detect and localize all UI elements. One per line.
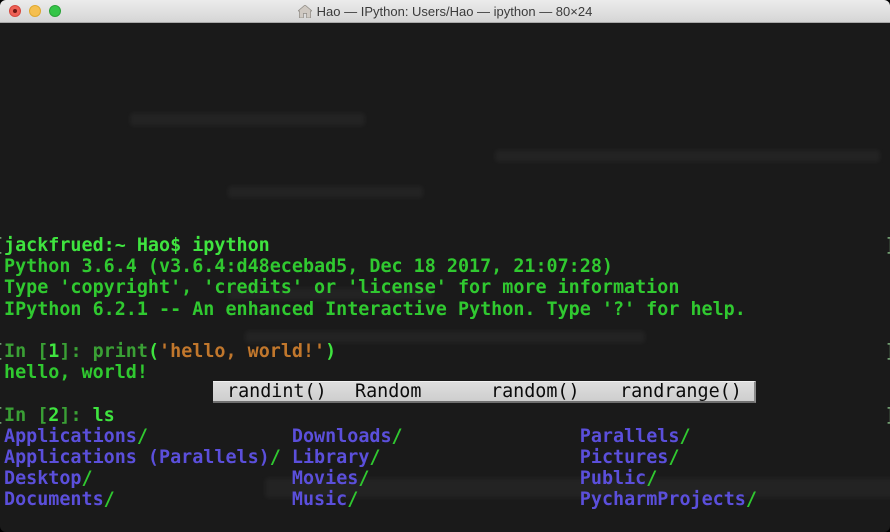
terminal-line: Applications/ Downloads/ Parallels/	[0, 426, 890, 447]
text-segment: /	[646, 468, 657, 489]
prompt-mark-right: ]	[885, 235, 890, 256]
text-segment	[281, 447, 292, 468]
text-segment: Library	[292, 447, 370, 468]
text-segment: 1	[48, 341, 59, 362]
window-title-group: Hao — IPython: Users/Hao — ipython — 80×…	[298, 4, 593, 19]
text-segment: Public	[580, 468, 646, 489]
text-segment: Python 3.6.4 (v3.6.4:d48ecebad5, Dec 18 …	[4, 256, 613, 277]
text-segment: /	[270, 447, 281, 468]
text-segment: Movies	[292, 468, 358, 489]
text-segment: /	[668, 447, 679, 468]
text-segment: In [	[4, 341, 48, 362]
title-bar[interactable]: Hao — IPython: Users/Hao — ipython — 80×…	[0, 0, 890, 23]
minimize-button[interactable]	[29, 5, 41, 17]
text-segment	[115, 489, 292, 510]
completion-item: Random	[355, 382, 421, 402]
text-segment: IPython 6.2.1 -- An enhanced Interactive…	[4, 299, 746, 320]
terminal-line: IPython 6.2.1 -- An enhanced Interactive…	[0, 299, 890, 320]
text-segment	[380, 447, 579, 468]
prompt-mark-right: ]	[885, 405, 890, 426]
terminal-line: [] In [2]: ls	[0, 405, 890, 426]
background-bleed-artifact	[495, 150, 880, 162]
terminal-line: Type 'copyright', 'credits' or 'license'…	[0, 277, 890, 298]
prompt-mark-left: [	[0, 341, 4, 362]
terminal-line: [] jackfrued:~ Hao$ ipython	[0, 235, 890, 256]
text-segment: Pictures	[580, 447, 669, 468]
text-segment: 2	[48, 405, 59, 426]
text-segment: (	[148, 341, 159, 362]
text-segment: Downloads	[292, 426, 392, 447]
completion-item: randrange()	[620, 382, 742, 402]
text-segment: ]:	[59, 341, 92, 362]
terminal-line: Applications (Parallels)/ Library/ Pictu…	[0, 447, 890, 468]
text-segment: Music	[292, 489, 347, 510]
text-segment: hello, world!	[4, 362, 148, 383]
text-segment: /	[104, 489, 115, 510]
completion-item: randint()	[227, 382, 327, 402]
background-bleed-artifact	[130, 113, 365, 126]
text-segment: )	[325, 341, 336, 362]
home-icon	[298, 5, 312, 18]
text-segment	[403, 426, 580, 447]
window-title: Hao — IPython: Users/Hao — ipython — 80×…	[317, 4, 593, 19]
terminal-line: Documents/ Music/ PycharmProjects/	[0, 489, 890, 510]
text-segment	[369, 468, 579, 489]
text-segment: /	[392, 426, 403, 447]
text-segment: Documents	[4, 489, 104, 510]
text-segment: /	[137, 426, 148, 447]
text-segment: /	[746, 489, 757, 510]
text-segment: Applications	[4, 426, 137, 447]
text-segment: jackfrued:~ Hao$ ipython	[4, 235, 270, 256]
text-segment: PycharmProjects	[580, 489, 746, 510]
text-segment: /	[369, 447, 380, 468]
zoom-button[interactable]	[49, 5, 61, 17]
prompt-mark-right: ]	[885, 341, 890, 362]
prompt-mark-left: [	[0, 235, 4, 256]
completion-bar: randint() Random random() randrange()	[213, 381, 756, 403]
traffic-lights	[9, 5, 61, 17]
terminal-line: [] In [1]: print('hello, world!')	[0, 341, 890, 362]
terminal-line	[0, 510, 890, 531]
text-segment: /	[358, 468, 369, 489]
text-segment: /	[347, 489, 358, 510]
text-segment: print	[93, 341, 148, 362]
text-segment: Desktop	[4, 468, 82, 489]
close-button[interactable]	[9, 5, 21, 17]
completion-item: random()	[491, 382, 580, 402]
text-segment	[148, 426, 292, 447]
prompt-mark-left: [	[0, 405, 4, 426]
text-segment: /	[679, 426, 690, 447]
text-segment: 'hello, world!'	[159, 341, 325, 362]
text-segment: /	[82, 468, 93, 489]
text-segment: ]:	[59, 405, 92, 426]
text-segment: ls	[93, 405, 115, 426]
background-bleed-artifact	[228, 186, 423, 198]
terminal-line: Desktop/ Movies/ Public/	[0, 468, 890, 489]
text-segment: Applications (Parallels)	[4, 447, 270, 468]
terminal-screen[interactable]: [] jackfrued:~ Hao$ ipythonPython 3.6.4 (…	[0, 23, 890, 532]
terminal-window: Hao — IPython: Users/Hao — ipython — 80×…	[0, 0, 890, 532]
text-segment: Type 'copyright', 'credits' or 'license'…	[4, 277, 679, 298]
terminal-line	[0, 320, 890, 341]
text-segment	[93, 468, 292, 489]
text-segment: Parallels	[580, 426, 680, 447]
terminal-line: Python 3.6.4 (v3.6.4:d48ecebad5, Dec 18 …	[0, 256, 890, 277]
text-segment: In [	[4, 405, 48, 426]
text-segment	[358, 489, 579, 510]
